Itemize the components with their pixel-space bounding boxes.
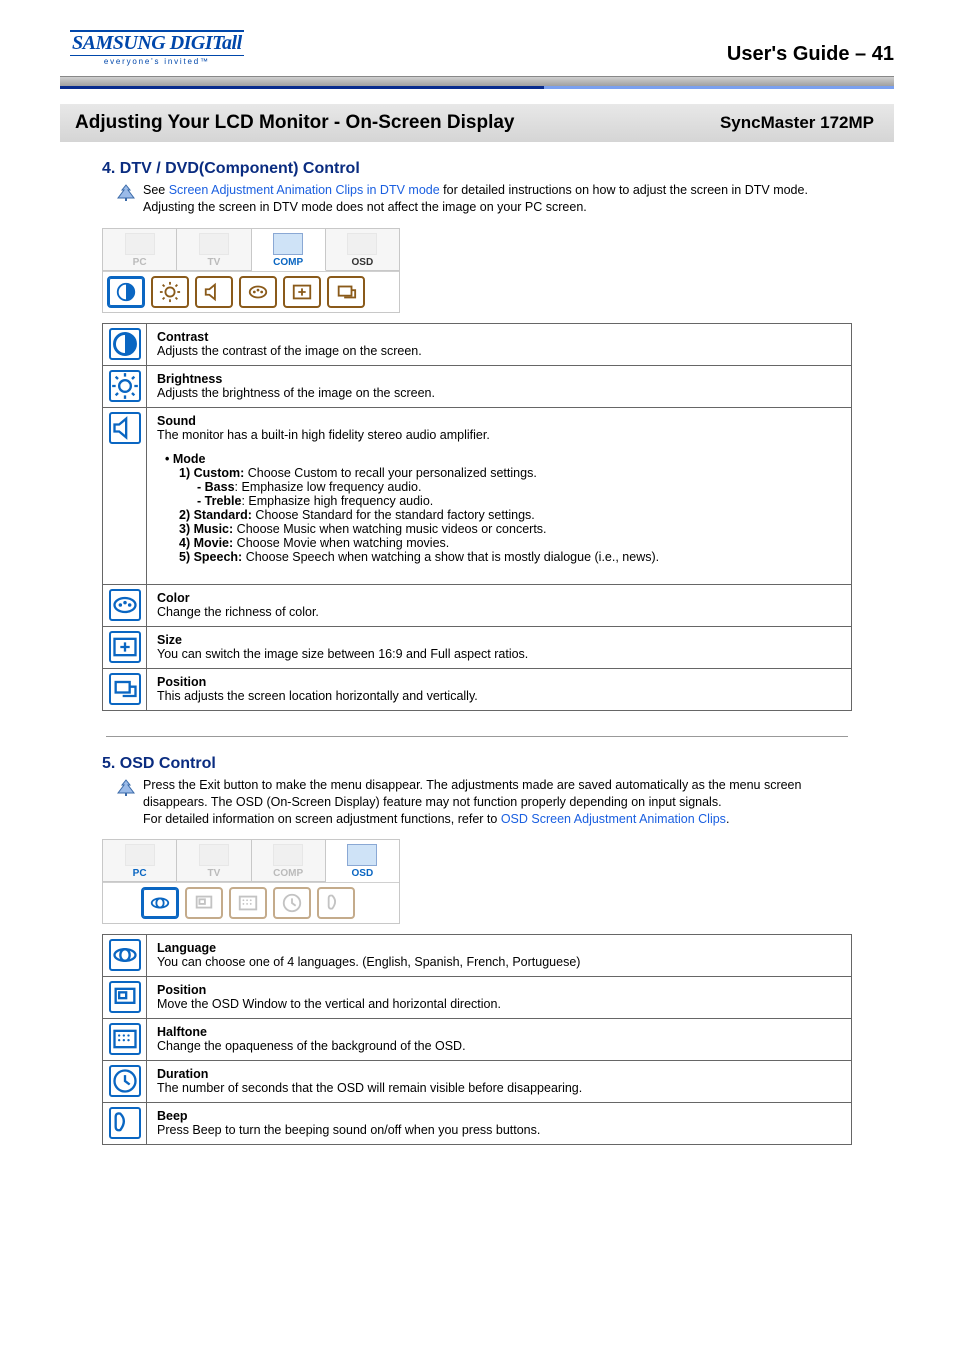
section5-heading: 5. OSD Control bbox=[102, 755, 852, 773]
row-osd-position: PositionMove the OSD Window to the verti… bbox=[103, 977, 852, 1019]
sound-icon bbox=[109, 412, 141, 444]
beep-icon bbox=[109, 1107, 141, 1139]
title-bar: Adjusting Your LCD Monitor - On-Screen D… bbox=[60, 104, 894, 142]
section-dtv: 4. DTV / DVD(Component) Control See Scre… bbox=[60, 160, 894, 711]
position-subicon[interactable] bbox=[327, 276, 365, 308]
row-halftone: HalftoneChange the opaqueness of the bac… bbox=[103, 1019, 852, 1061]
note-link-osd[interactable]: OSD Screen Adjustment Animation Clips bbox=[501, 812, 726, 826]
osd-subicons bbox=[103, 882, 399, 923]
header-hr-gray bbox=[60, 76, 894, 86]
grid-icon bbox=[347, 233, 377, 255]
row-position: PositionThis adjusts the screen location… bbox=[103, 668, 852, 710]
dtv-icon bbox=[273, 233, 303, 255]
grid-icon bbox=[347, 844, 377, 866]
contrast-subicon[interactable] bbox=[107, 276, 145, 308]
brightness-icon bbox=[109, 370, 141, 402]
contrast-icon bbox=[109, 328, 141, 360]
brightness-subicon[interactable] bbox=[151, 276, 189, 308]
note-text: See Screen Adjustment Animation Clips in… bbox=[143, 182, 852, 216]
tab-osd[interactable]: OSD bbox=[326, 840, 399, 882]
guide-label: User's Guide bbox=[727, 43, 850, 65]
note-link[interactable]: Screen Adjustment Animation Clips in DTV… bbox=[169, 183, 440, 197]
tab-tv[interactable]: TV bbox=[177, 840, 251, 882]
monitor-icon bbox=[125, 233, 155, 255]
page-header: SAMSUNG DIGITall everyone's invited™ Use… bbox=[0, 0, 954, 71]
items-table-section4: ContrastAdjusts the contrast of the imag… bbox=[102, 323, 852, 711]
header-hr-blue bbox=[60, 86, 894, 89]
brand-logo: SAMSUNG DIGITall everyone's invited™ bbox=[70, 30, 244, 66]
row-duration: DurationThe number of seconds that the O… bbox=[103, 1061, 852, 1103]
position-icon bbox=[109, 673, 141, 705]
section-divider bbox=[106, 736, 848, 737]
duration-subicon[interactable] bbox=[273, 887, 311, 919]
tab-comp[interactable]: COMP bbox=[252, 840, 326, 882]
monitor-icon bbox=[125, 844, 155, 866]
size-subicon[interactable] bbox=[283, 276, 321, 308]
color-subicon[interactable] bbox=[239, 276, 277, 308]
row-size: SizeYou can switch the image size betwee… bbox=[103, 626, 852, 668]
section5-note: Press the Exit button to make the menu d… bbox=[102, 777, 852, 828]
tv-icon bbox=[199, 233, 229, 255]
osd-panel-osd: PC TV COMP OSD bbox=[102, 839, 400, 924]
tab-tv[interactable]: TV bbox=[177, 229, 251, 271]
guide-sep: – bbox=[850, 43, 872, 65]
row-contrast: ContrastAdjusts the contrast of the imag… bbox=[103, 323, 852, 365]
row-sound: Sound The monitor has a built-in high fi… bbox=[103, 407, 852, 584]
beep-subicon[interactable] bbox=[317, 887, 355, 919]
osd-position-icon bbox=[109, 981, 141, 1013]
osd-position-subicon[interactable] bbox=[185, 887, 223, 919]
items-table-section5: LanguageYou can choose one of 4 language… bbox=[102, 934, 852, 1145]
row-language: LanguageYou can choose one of 4 language… bbox=[103, 935, 852, 977]
dtv-icon bbox=[273, 844, 303, 866]
row-color: ColorChange the richness of color. bbox=[103, 584, 852, 626]
title-left: Adjusting Your LCD Monitor - On-Screen D… bbox=[75, 112, 515, 134]
section4-note: See Screen Adjustment Animation Clips in… bbox=[102, 182, 852, 216]
note-icon bbox=[117, 779, 135, 828]
halftone-icon bbox=[109, 1023, 141, 1055]
sound-subicon[interactable] bbox=[195, 276, 233, 308]
tab-pc[interactable]: PC bbox=[103, 840, 177, 882]
title-right: SyncMaster 172MP bbox=[720, 113, 879, 133]
tab-comp[interactable]: COMP bbox=[252, 229, 326, 271]
duration-icon bbox=[109, 1065, 141, 1097]
osd-subicons bbox=[103, 271, 399, 312]
section4-heading: 4. DTV / DVD(Component) Control bbox=[102, 160, 852, 178]
language-subicon[interactable] bbox=[141, 887, 179, 919]
row-beep: BeepPress Beep to turn the beeping sound… bbox=[103, 1103, 852, 1145]
header-right: User's Guide – 41 bbox=[727, 43, 894, 66]
tab-pc[interactable]: PC bbox=[103, 229, 177, 271]
page-number: 41 bbox=[872, 43, 894, 65]
size-icon bbox=[109, 631, 141, 663]
osd-panel-comp: PC TV COMP OSD bbox=[102, 228, 400, 313]
color-icon bbox=[109, 589, 141, 621]
section-osd: 5. OSD Control Press the Exit button to … bbox=[60, 755, 894, 1146]
note-icon bbox=[117, 184, 135, 216]
logo-line2: everyone's invited™ bbox=[70, 57, 244, 66]
tv-icon bbox=[199, 844, 229, 866]
row-brightness: BrightnessAdjusts the brightness of the … bbox=[103, 365, 852, 407]
note-text: Press the Exit button to make the menu d… bbox=[143, 777, 852, 828]
sound-modes: • Mode 1) Custom: Choose Custom to recal… bbox=[157, 452, 841, 564]
tab-osd[interactable]: OSD bbox=[326, 229, 399, 271]
halftone-subicon[interactable] bbox=[229, 887, 267, 919]
logo-line1: SAMSUNG DIGITall bbox=[70, 30, 244, 56]
language-icon bbox=[109, 939, 141, 971]
